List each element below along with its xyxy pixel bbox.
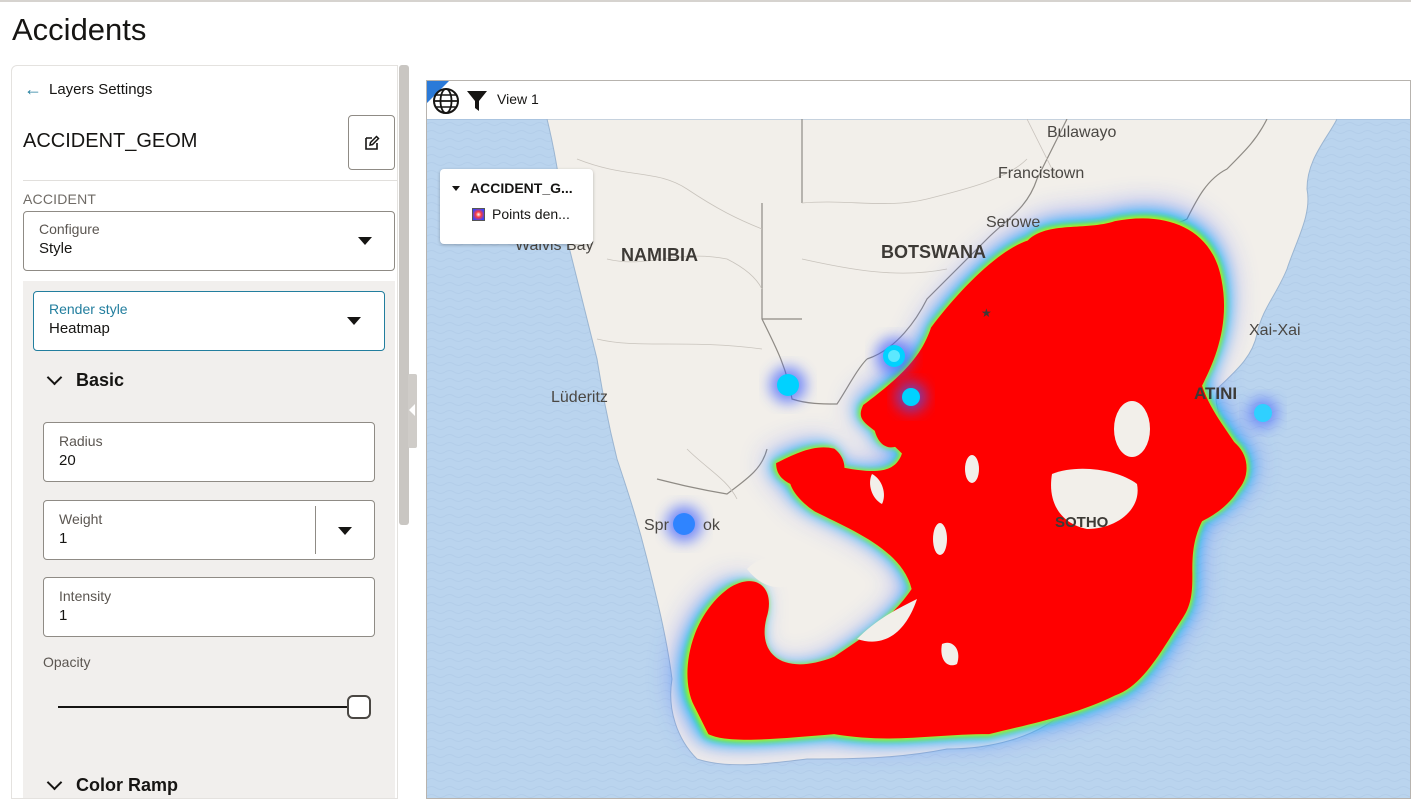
capital-star-icon: ★ (981, 306, 992, 320)
opacity-slider-track[interactable] (58, 706, 362, 708)
basic-section-toggle[interactable]: Basic (49, 370, 124, 391)
configure-value: Style (39, 240, 72, 257)
layer-settings-panel: ← Layers Settings ACCIDENT_GEOM ACCIDENT… (11, 65, 398, 799)
panel-scrollbar[interactable] (399, 65, 409, 525)
back-to-layers-link[interactable]: ← Layers Settings (24, 80, 152, 98)
intensity-field[interactable]: Intensity 1 (43, 577, 375, 637)
map-canvas[interactable]: Bulawayo Francistown Serowe Walvis Bay N… (427, 119, 1411, 799)
edit-icon (364, 135, 380, 151)
weight-value: 1 (59, 530, 67, 547)
arrow-left-icon: ← (24, 80, 42, 98)
render-style-value: Heatmap (49, 320, 110, 337)
label-eswatini: ATINI (1194, 384, 1237, 403)
caret-down-icon (358, 237, 372, 245)
render-style-label: Render style (49, 301, 128, 317)
render-style-select[interactable]: Render style Heatmap (33, 291, 385, 351)
header-divider (23, 180, 398, 181)
label-serowe: Serowe (986, 214, 1040, 231)
top-border (0, 0, 1411, 2)
legend-item-label: Points den... (492, 206, 570, 222)
weight-field[interactable]: Weight 1 (43, 500, 375, 560)
chevron-down-icon (47, 370, 63, 386)
legend-layer-toggle[interactable]: ACCIDENT_G... (452, 180, 573, 196)
legend-layer-name: ACCIDENT_G... (470, 180, 573, 196)
edit-layer-button[interactable] (348, 115, 395, 170)
label-luderitz: Lüderitz (551, 389, 608, 406)
chevron-left-icon (409, 404, 415, 416)
configure-select[interactable]: Configure Style (23, 211, 395, 271)
label-namibia: NAMIBIA (621, 245, 698, 265)
map-view[interactable]: View 1 (426, 80, 1411, 799)
basic-heading: Basic (76, 370, 124, 391)
caret-down-icon (452, 186, 460, 191)
label-springbok-end: ok (703, 517, 721, 534)
caret-down-icon (347, 317, 361, 325)
panel-collapse-handle[interactable] (408, 374, 417, 448)
opacity-label: Opacity (43, 654, 90, 670)
opacity-slider-thumb[interactable] (347, 695, 371, 719)
configure-label: Configure (39, 221, 100, 237)
weight-label: Weight (59, 511, 102, 527)
heatmap-swatch-icon (472, 208, 485, 221)
label-bulawayo: Bulawayo (1047, 124, 1116, 141)
color-ramp-section-toggle[interactable]: Color Ramp (49, 775, 178, 796)
view-label: View 1 (497, 91, 539, 107)
back-link-label: Layers Settings (49, 81, 152, 98)
radius-field[interactable]: Radius 20 (43, 422, 375, 482)
layer-name: ACCIDENT_GEOM (23, 130, 197, 153)
legend-item: Points den... (472, 206, 570, 222)
style-settings-area: Render style Heatmap Basic Radius 20 Wei… (23, 281, 395, 799)
section-label: ACCIDENT (23, 191, 96, 207)
label-springbok-start: Spr (644, 517, 670, 534)
label-botswana: BOTSWANA (881, 242, 986, 262)
color-ramp-heading: Color Ramp (76, 775, 178, 796)
radius-label: Radius (59, 433, 103, 449)
label-xai-xai: Xai-Xai (1249, 322, 1301, 339)
intensity-value: 1 (59, 607, 67, 624)
page-title: Accidents (12, 12, 146, 48)
caret-down-icon[interactable] (338, 527, 352, 535)
chevron-down-icon (47, 775, 63, 791)
globe-icon[interactable] (432, 87, 460, 115)
weight-separator (315, 506, 316, 554)
filter-icon[interactable] (466, 89, 488, 113)
map-toolbar: View 1 (427, 81, 1411, 119)
map-legend: ACCIDENT_G... Points den... (440, 169, 593, 244)
label-lesotho: SOTHO (1055, 514, 1109, 531)
label-francistown: Francistown (998, 165, 1084, 182)
intensity-label: Intensity (59, 588, 111, 604)
radius-value: 20 (59, 452, 76, 469)
